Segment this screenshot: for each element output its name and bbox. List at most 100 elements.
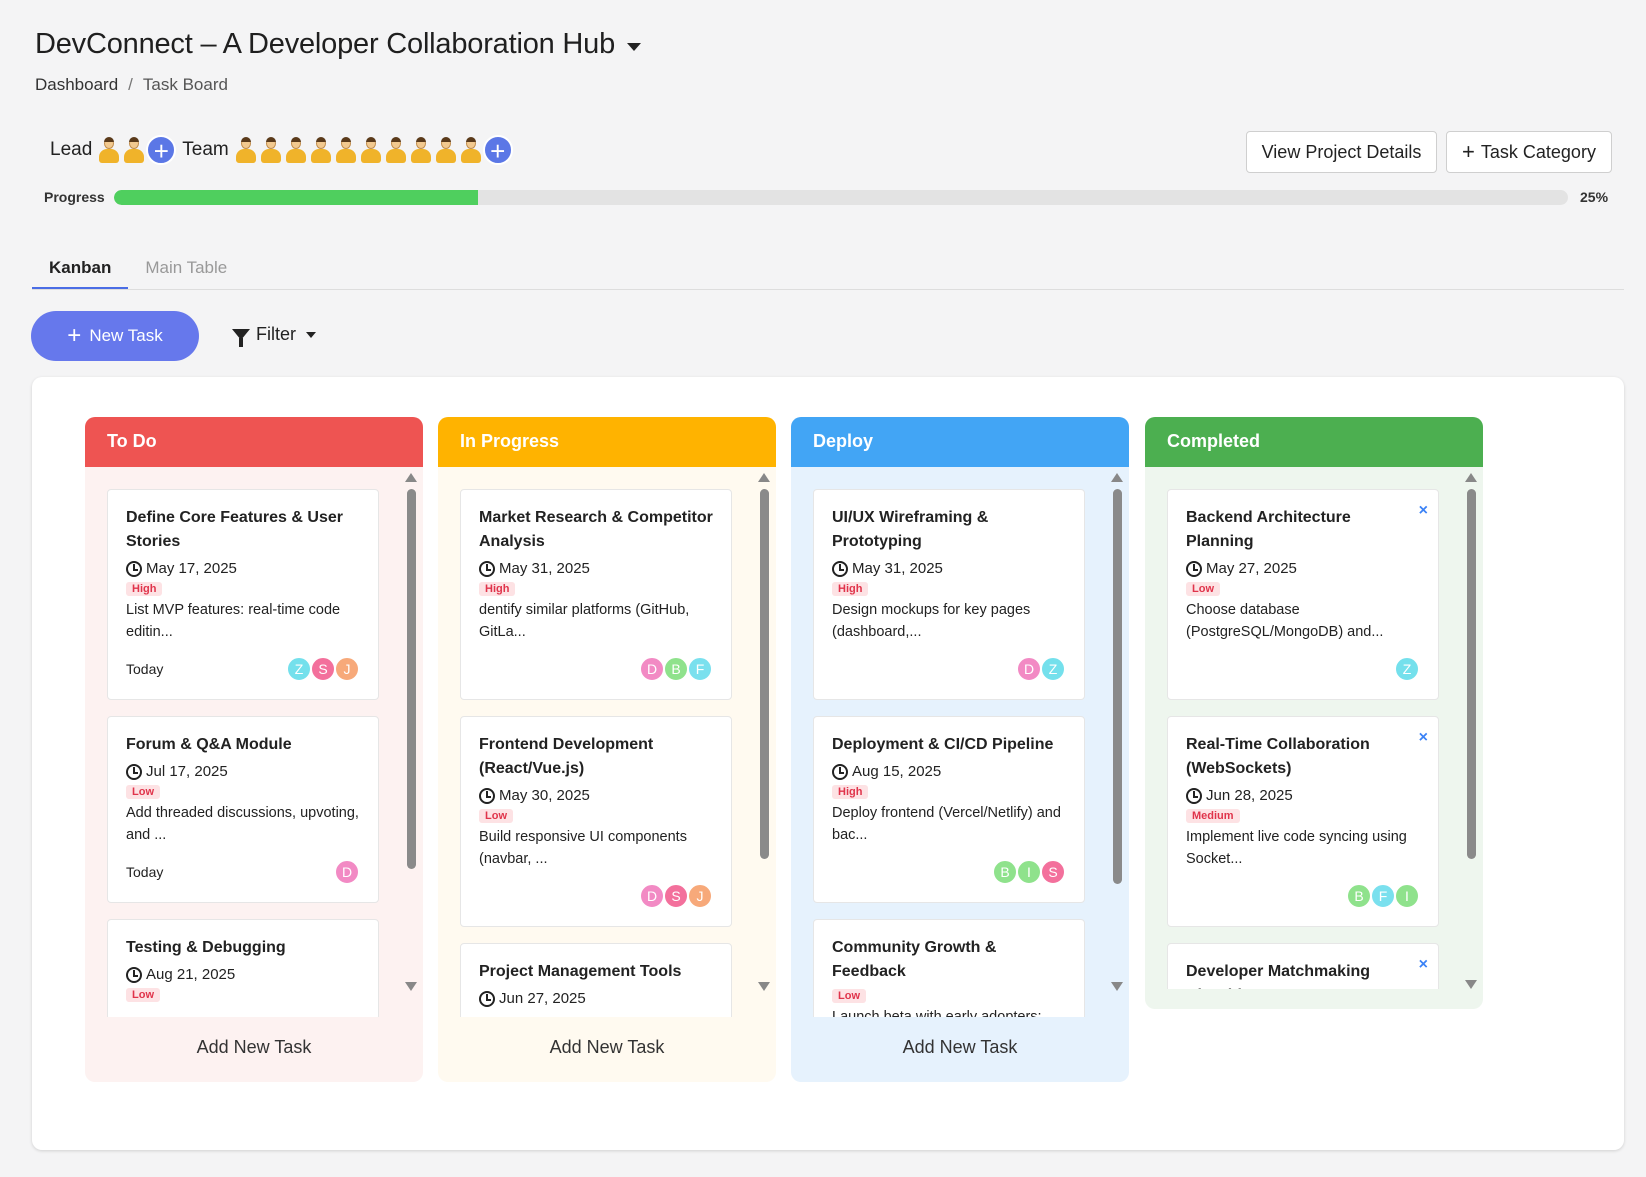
task-description: List MVP features: real-time code editin… — [126, 602, 341, 640]
assignee-avatar[interactable]: J — [687, 883, 713, 909]
assignee-avatar[interactable]: B — [992, 859, 1018, 885]
task-footer: DSJ — [479, 882, 713, 910]
add-task-category-button[interactable]: + Task Category — [1446, 131, 1612, 173]
assignee-avatar[interactable]: I — [1394, 883, 1420, 909]
task-card[interactable]: ×Developer Matchmaking AlgorithmJun 26, … — [1167, 943, 1439, 989]
task-card[interactable]: × Real-Time Collaboration (WebSockets) Jun… — [1167, 716, 1439, 927]
task-card[interactable]: Deployment & CI/CD Pipeline Aug 15, 2025 H… — [813, 716, 1085, 903]
tab-kanban[interactable]: Kanban — [32, 250, 129, 289]
assignee-avatar[interactable]: B — [1346, 883, 1372, 909]
assignee-avatar[interactable]: S — [310, 656, 336, 682]
assignee-avatars: DZ — [1016, 656, 1066, 682]
column-card-list: UI/UX Wireframing & Prototyping May 31, 2… — [791, 467, 1129, 1017]
scroll-up-icon[interactable] — [405, 473, 417, 482]
task-card[interactable]: Project Management Tools Jun 27, 2025 — [460, 943, 732, 1017]
task-date: May 31, 2025 — [479, 560, 713, 577]
assignee-avatars: ZSJ — [286, 656, 360, 682]
task-card[interactable]: Market Research & Competitor Analysis May… — [460, 489, 732, 700]
priority-badge: Medium — [1186, 809, 1240, 823]
clock-icon — [479, 560, 495, 577]
filter-dropdown[interactable]: Filter — [232, 324, 316, 347]
assignee-avatar[interactable]: F — [687, 656, 713, 682]
scrollbar[interactable] — [1111, 473, 1123, 991]
scrollbar[interactable] — [1465, 473, 1477, 989]
task-title: Frontend Development (React/Vue.js) — [479, 736, 654, 777]
team-member-avatar[interactable] — [333, 135, 359, 165]
close-icon[interactable]: × — [1419, 729, 1428, 747]
team-member-avatar[interactable] — [383, 135, 409, 165]
team-member-avatar[interactable] — [258, 135, 284, 165]
team-member-avatar[interactable] — [308, 135, 334, 165]
assignee-avatar[interactable]: D — [1016, 656, 1042, 682]
scroll-down-icon[interactable] — [1465, 980, 1477, 989]
team-member-avatar[interactable] — [408, 135, 434, 165]
assignee-avatar[interactable]: J — [334, 656, 360, 682]
assignee-avatar[interactable]: F — [1370, 883, 1396, 909]
scrollbar-thumb[interactable] — [407, 489, 416, 869]
task-card[interactable]: Community Growth & Feedback Low Launch bet… — [813, 919, 1085, 1017]
team-member-avatar[interactable] — [283, 135, 309, 165]
priority-badge: Low — [479, 809, 513, 823]
task-card[interactable]: UI/UX Wireframing & Prototyping May 31, 2… — [813, 489, 1085, 700]
task-date-text: May 17, 2025 — [146, 560, 237, 577]
assignee-avatar[interactable]: B — [663, 656, 689, 682]
scroll-down-icon[interactable] — [1111, 982, 1123, 991]
assignee-avatar[interactable]: D — [334, 859, 360, 885]
scrollbar-thumb[interactable] — [1467, 489, 1476, 859]
assignee-avatar[interactable]: I — [1016, 859, 1042, 885]
lead-avatar[interactable] — [96, 135, 122, 165]
add-team-member-button[interactable]: + — [482, 135, 513, 165]
column-header: Deploy — [791, 417, 1129, 467]
assignee-avatar[interactable]: S — [1040, 859, 1066, 885]
task-card[interactable]: Testing & Debugging Aug 21, 2025 Low — [107, 919, 379, 1017]
scroll-down-icon[interactable] — [405, 982, 417, 991]
scrollbar-thumb[interactable] — [760, 489, 769, 859]
breadcrumb-dashboard[interactable]: Dashboard — [35, 75, 118, 95]
chevron-down-icon[interactable] — [627, 42, 642, 51]
assignee-avatar[interactable]: D — [639, 883, 665, 909]
task-description: dentify similar platforms (GitHub, GitLa… — [479, 602, 690, 640]
add-new-task-button[interactable]: Add New Task — [791, 1017, 1129, 1082]
scroll-down-icon[interactable] — [758, 982, 770, 991]
close-icon[interactable]: × — [1419, 502, 1428, 520]
task-footer: BIS — [832, 858, 1066, 886]
scroll-up-icon[interactable] — [1465, 473, 1477, 482]
scroll-up-icon[interactable] — [758, 473, 770, 482]
team-member-avatar[interactable] — [358, 135, 384, 165]
view-project-details-button[interactable]: View Project Details — [1246, 131, 1437, 173]
scrollbar[interactable] — [405, 473, 417, 991]
task-card[interactable]: Forum & Q&A Module Jul 17, 2025 Low Add thr… — [107, 716, 379, 903]
column-header: To Do — [85, 417, 423, 467]
scroll-up-icon[interactable] — [1111, 473, 1123, 482]
assignee-avatar[interactable]: S — [663, 883, 689, 909]
task-description: Launch beta with early adopters; — [832, 1009, 1042, 1017]
breadcrumb: Dashboard / Task Board — [35, 75, 641, 95]
task-card[interactable]: Define Core Features & User Stories May 1… — [107, 489, 379, 700]
add-lead-button[interactable]: + — [146, 135, 177, 165]
project-title[interactable]: DevConnect – A Developer Collaboration H… — [35, 28, 642, 61]
team-member-avatar[interactable] — [433, 135, 459, 165]
add-new-task-button[interactable]: Add New Task — [85, 1017, 423, 1082]
tab-main-table[interactable]: Main Table — [128, 250, 244, 289]
add-new-task-button[interactable]: Add New Task — [438, 1017, 776, 1082]
close-icon[interactable]: × — [1419, 956, 1428, 974]
new-task-button[interactable]: + New Task — [31, 311, 199, 361]
lead-avatar[interactable] — [121, 135, 147, 165]
task-card[interactable]: × Backend Architecture Planning May 27, 20… — [1167, 489, 1439, 700]
kanban-column-completed: Completed × Backend Architecture Planning M… — [1145, 417, 1483, 1009]
task-due: Today — [126, 661, 164, 677]
team-member-avatar[interactable] — [233, 135, 259, 165]
clock-icon — [479, 990, 495, 1007]
assignee-avatar[interactable]: Z — [286, 656, 312, 682]
assignee-avatar[interactable]: D — [639, 656, 665, 682]
task-date: May 27, 2025 — [1186, 560, 1420, 577]
scrollbar[interactable] — [758, 473, 770, 991]
team-member-avatar[interactable] — [458, 135, 484, 165]
task-footer: Today Z S J — [126, 655, 360, 683]
assignee-avatar[interactable]: Z — [1394, 656, 1420, 682]
priority-badge: Low — [126, 988, 160, 1002]
task-card[interactable]: Frontend Development (React/Vue.js) May 3… — [460, 716, 732, 927]
filter-icon — [232, 329, 250, 347]
assignee-avatar[interactable]: Z — [1040, 656, 1066, 682]
scrollbar-thumb[interactable] — [1113, 489, 1122, 884]
